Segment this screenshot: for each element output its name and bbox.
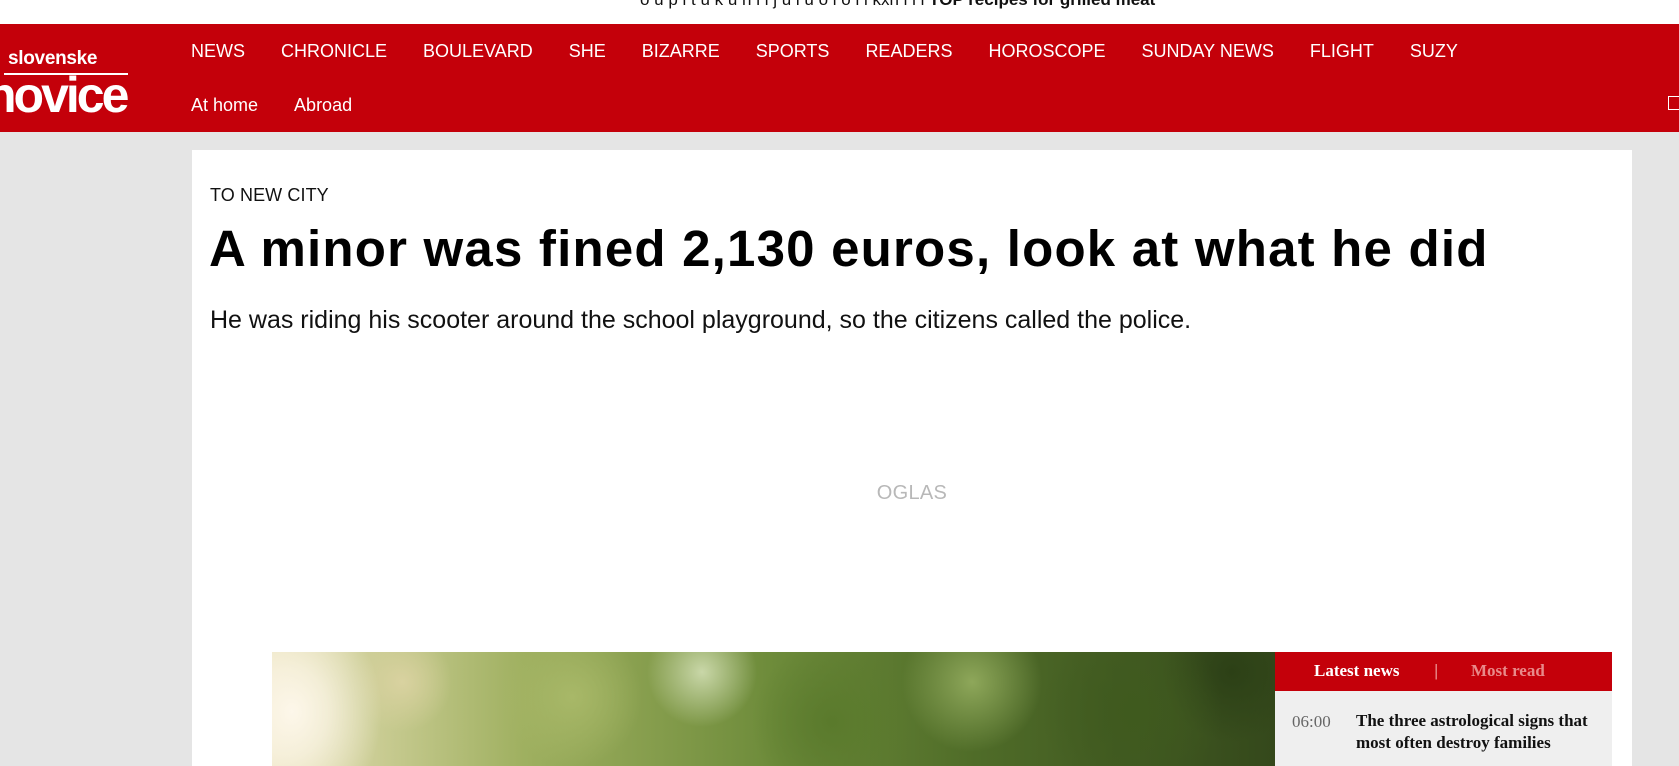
ad-placeholder-label: OGLAS	[876, 482, 948, 504]
tab-most-read[interactable]: Most read	[1471, 661, 1545, 681]
tab-latest-news[interactable]: Latest news	[1314, 661, 1399, 681]
site-header: slovenske novice NEWS CHRONICLE BOULEVAR…	[0, 24, 1679, 132]
article-main-photo	[272, 652, 1277, 766]
news-sidebar: Latest news | Most read 06:00 The three …	[1275, 652, 1612, 766]
nav-item-she[interactable]: SHE	[569, 40, 606, 62]
ticker-headline[interactable]: TOP recipes for grilled meat	[929, 0, 1155, 9]
nav-row-primary: NEWS CHRONICLE BOULEVARD SHE BIZARRE SPO…	[191, 40, 1494, 62]
nav-item-boulevard[interactable]: BOULEVARD	[423, 40, 533, 62]
top-ticker-strip: o u p i t u k u h i i j u i u o i o i i …	[0, 0, 1679, 24]
menu-toggle-icon[interactable]	[1668, 96, 1679, 110]
ticker-letters: o u p i t u k u h i i j u i u o i o i i …	[640, 0, 924, 9]
nav-item-sunday-news[interactable]: SUNDAY NEWS	[1142, 40, 1274, 62]
nav-item-news[interactable]: NEWS	[191, 40, 245, 62]
nav-item-bizarre[interactable]: BIZARRE	[642, 40, 720, 62]
news-item-time: 06:00	[1292, 712, 1331, 731]
nav-row-secondary: At home Abroad	[191, 94, 388, 116]
news-item-title[interactable]: The three astrological signs that most o…	[1356, 710, 1596, 754]
nav-item-chronicle[interactable]: CHRONICLE	[281, 40, 387, 62]
nav-item-sports[interactable]: SPORTS	[756, 40, 830, 62]
article-container: TO NEW CITY A minor was fined 2,130 euro…	[192, 150, 1632, 766]
article-headline: A minor was fined 2,130 euros, look at w…	[209, 220, 1489, 277]
ticker-text[interactable]: o u p i t u k u h i i j u i u o i o i i …	[640, 0, 1155, 10]
nav-item-at-home[interactable]: At home	[191, 94, 258, 116]
logo-line-2: novice	[0, 67, 129, 123]
site-logo[interactable]: slovenske novice	[0, 46, 130, 130]
nav-item-flight[interactable]: FLIGHT	[1310, 40, 1374, 62]
nav-item-suzy[interactable]: SUZY	[1410, 40, 1458, 62]
sidebar-tabs: Latest news | Most read	[1275, 652, 1612, 691]
tab-separator: |	[1434, 661, 1439, 680]
article-lead: He was riding his scooter around the sch…	[210, 306, 1192, 334]
nav-item-horoscope[interactable]: HOROSCOPE	[988, 40, 1105, 62]
nav-item-abroad[interactable]: Abroad	[294, 94, 352, 116]
article-kicker[interactable]: TO NEW CITY	[210, 185, 329, 206]
nav-item-readers[interactable]: READERS	[865, 40, 952, 62]
